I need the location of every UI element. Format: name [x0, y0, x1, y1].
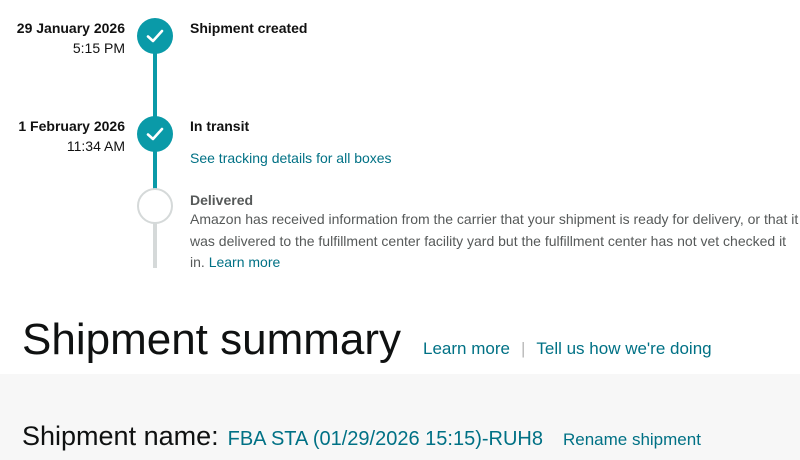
timeline-connector-pending	[153, 222, 157, 268]
check-icon	[146, 127, 164, 141]
step-3-description: Amazon has received information from the…	[190, 209, 800, 274]
step-2-time: 11:34 AM	[66, 138, 125, 154]
step-1-title: Shipment created	[190, 20, 308, 36]
step-1-node	[137, 18, 173, 54]
delivered-learn-more-link[interactable]: Learn more	[209, 254, 281, 270]
step-1-date: 29 January 2026	[16, 20, 125, 36]
tracking-details-link[interactable]: See tracking details for all boxes	[190, 148, 392, 168]
empty-circle-icon	[137, 188, 173, 224]
summary-links: Learn more | Tell us how we're doing	[423, 339, 712, 359]
step-1-datetime: 29 January 2026 5:15 PM	[17, 18, 125, 58]
delivered-description-text: Amazon has received information from the…	[190, 211, 799, 270]
step-2-datetime: 1 February 2026 11:34 AM	[18, 116, 125, 156]
step-2-title: In transit	[190, 118, 250, 134]
link-separator: |	[520, 339, 526, 358]
shipment-name-value: FBA STA (01/29/2026 15:15)-RUH8	[227, 428, 543, 450]
step-2-node	[137, 116, 173, 152]
shipment-timeline: 29 January 2026 5:15 PM Shipment created…	[0, 0, 800, 290]
step-3-title: Delivered	[190, 192, 254, 208]
step-2-date: 1 February 2026	[18, 118, 125, 134]
feedback-link[interactable]: Tell us how we're doing	[536, 339, 711, 359]
check-icon	[146, 29, 164, 43]
rename-shipment-link[interactable]: Rename shipment	[563, 430, 701, 450]
page-title: Shipment summary	[22, 315, 402, 364]
shipment-name-row: Shipment name: FBA STA (01/29/2026 15:15…	[22, 421, 701, 452]
step-1-time: 5:15 PM	[72, 40, 125, 56]
summary-learn-more-link[interactable]: Learn more	[423, 339, 510, 359]
shipment-name-label: Shipment name:	[22, 421, 219, 451]
summary-header: Shipment summary Learn more | Tell us ho…	[22, 312, 712, 372]
